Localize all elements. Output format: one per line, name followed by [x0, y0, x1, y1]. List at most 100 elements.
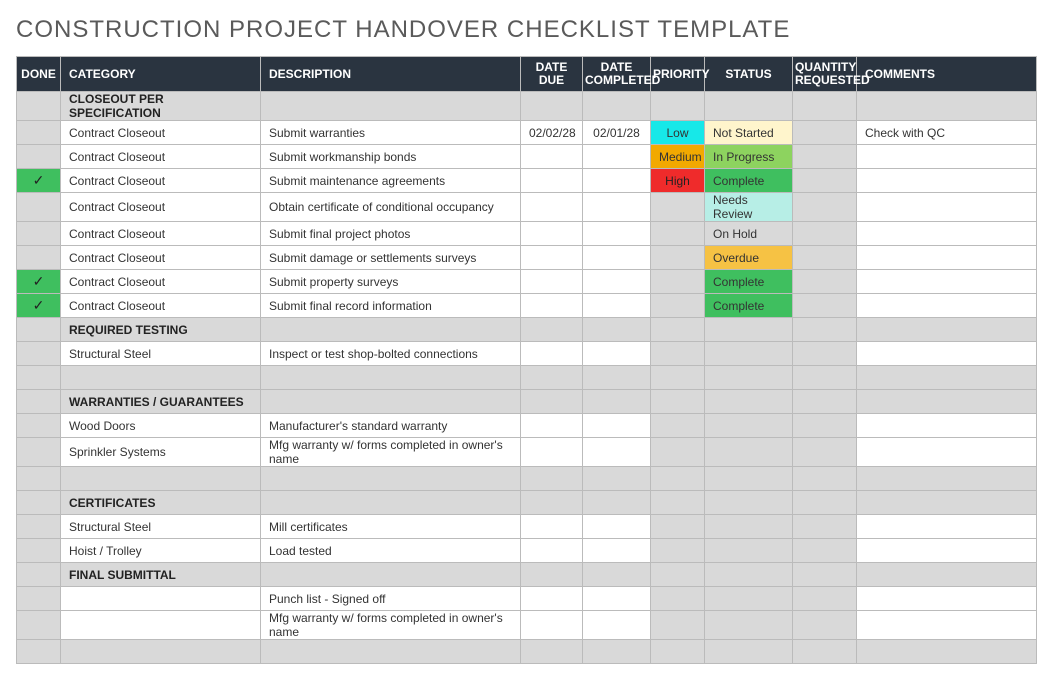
- priority-cell[interactable]: [651, 414, 705, 438]
- priority-cell[interactable]: High: [651, 169, 705, 193]
- done-cell[interactable]: [17, 193, 61, 222]
- priority-cell[interactable]: [651, 193, 705, 222]
- priority-cell[interactable]: [651, 611, 705, 640]
- comments-cell[interactable]: [857, 169, 1037, 193]
- comments-cell[interactable]: [857, 414, 1037, 438]
- category-cell[interactable]: Contract Closeout: [61, 222, 261, 246]
- priority-cell[interactable]: [651, 587, 705, 611]
- description-cell[interactable]: Submit warranties: [261, 121, 521, 145]
- category-cell[interactable]: Wood Doors: [61, 414, 261, 438]
- date-completed-cell[interactable]: [583, 145, 651, 169]
- priority-cell[interactable]: [651, 222, 705, 246]
- done-cell[interactable]: [17, 491, 61, 515]
- date-due-cell[interactable]: [521, 169, 583, 193]
- category-cell[interactable]: Contract Closeout: [61, 270, 261, 294]
- date-due-cell[interactable]: [521, 193, 583, 222]
- done-cell[interactable]: [17, 640, 61, 664]
- description-cell[interactable]: Mfg warranty w/ forms completed in owner…: [261, 438, 521, 467]
- description-cell[interactable]: Submit property surveys: [261, 270, 521, 294]
- priority-cell[interactable]: [651, 294, 705, 318]
- date-completed-cell[interactable]: [583, 587, 651, 611]
- done-cell[interactable]: [17, 539, 61, 563]
- done-cell[interactable]: [17, 222, 61, 246]
- date-due-cell[interactable]: [521, 587, 583, 611]
- category-cell[interactable]: [61, 611, 261, 640]
- done-cell[interactable]: [17, 318, 61, 342]
- description-cell[interactable]: Load tested: [261, 539, 521, 563]
- comments-cell[interactable]: [857, 294, 1037, 318]
- category-cell[interactable]: Contract Closeout: [61, 246, 261, 270]
- done-cell[interactable]: [17, 467, 61, 491]
- status-cell[interactable]: [705, 611, 793, 640]
- priority-cell[interactable]: Low: [651, 121, 705, 145]
- date-due-cell[interactable]: [521, 294, 583, 318]
- description-cell[interactable]: Submit final project photos: [261, 222, 521, 246]
- comments-cell[interactable]: [857, 342, 1037, 366]
- description-cell[interactable]: Submit final record information: [261, 294, 521, 318]
- priority-cell[interactable]: [651, 539, 705, 563]
- date-completed-cell[interactable]: [583, 342, 651, 366]
- priority-cell[interactable]: Medium: [651, 145, 705, 169]
- status-cell[interactable]: Complete: [705, 270, 793, 294]
- date-completed-cell[interactable]: [583, 246, 651, 270]
- done-cell[interactable]: [17, 121, 61, 145]
- priority-cell[interactable]: [651, 342, 705, 366]
- description-cell[interactable]: Punch list - Signed off: [261, 587, 521, 611]
- done-cell[interactable]: [17, 414, 61, 438]
- date-due-cell[interactable]: [521, 342, 583, 366]
- qty-cell[interactable]: [793, 611, 857, 640]
- category-cell[interactable]: Contract Closeout: [61, 121, 261, 145]
- done-cell[interactable]: [17, 366, 61, 390]
- description-cell[interactable]: Inspect or test shop-bolted connections: [261, 342, 521, 366]
- comments-cell[interactable]: [857, 246, 1037, 270]
- done-cell[interactable]: [17, 246, 61, 270]
- date-completed-cell[interactable]: 02/01/28: [583, 121, 651, 145]
- status-cell[interactable]: Not Started: [705, 121, 793, 145]
- qty-cell[interactable]: [793, 270, 857, 294]
- priority-cell[interactable]: [651, 438, 705, 467]
- done-cell[interactable]: ✓: [17, 294, 61, 318]
- category-cell[interactable]: Structural Steel: [61, 515, 261, 539]
- qty-cell[interactable]: [793, 515, 857, 539]
- status-cell[interactable]: In Progress: [705, 145, 793, 169]
- comments-cell[interactable]: [857, 539, 1037, 563]
- qty-cell[interactable]: [793, 169, 857, 193]
- done-cell[interactable]: [17, 390, 61, 414]
- date-due-cell[interactable]: [521, 515, 583, 539]
- description-cell[interactable]: Submit workmanship bonds: [261, 145, 521, 169]
- category-cell[interactable]: Contract Closeout: [61, 169, 261, 193]
- qty-cell[interactable]: [793, 222, 857, 246]
- qty-cell[interactable]: [793, 145, 857, 169]
- date-due-cell[interactable]: [521, 438, 583, 467]
- status-cell[interactable]: [705, 539, 793, 563]
- category-cell[interactable]: Contract Closeout: [61, 193, 261, 222]
- qty-cell[interactable]: [793, 438, 857, 467]
- status-cell[interactable]: [705, 438, 793, 467]
- done-cell[interactable]: ✓: [17, 270, 61, 294]
- date-completed-cell[interactable]: [583, 294, 651, 318]
- done-cell[interactable]: [17, 92, 61, 121]
- description-cell[interactable]: Mill certificates: [261, 515, 521, 539]
- qty-cell[interactable]: [793, 539, 857, 563]
- comments-cell[interactable]: [857, 145, 1037, 169]
- status-cell[interactable]: Complete: [705, 294, 793, 318]
- description-cell[interactable]: Submit damage or settlements surveys: [261, 246, 521, 270]
- date-due-cell[interactable]: [521, 246, 583, 270]
- qty-cell[interactable]: [793, 414, 857, 438]
- date-due-cell[interactable]: [521, 414, 583, 438]
- date-completed-cell[interactable]: [583, 515, 651, 539]
- status-cell[interactable]: Needs Review: [705, 193, 793, 222]
- category-cell[interactable]: Structural Steel: [61, 342, 261, 366]
- comments-cell[interactable]: [857, 611, 1037, 640]
- done-cell[interactable]: [17, 342, 61, 366]
- date-due-cell[interactable]: [521, 539, 583, 563]
- done-cell[interactable]: [17, 563, 61, 587]
- status-cell[interactable]: Overdue: [705, 246, 793, 270]
- done-cell[interactable]: [17, 515, 61, 539]
- status-cell[interactable]: [705, 515, 793, 539]
- status-cell[interactable]: On Hold: [705, 222, 793, 246]
- comments-cell[interactable]: [857, 438, 1037, 467]
- date-completed-cell[interactable]: [583, 414, 651, 438]
- done-cell[interactable]: [17, 145, 61, 169]
- status-cell[interactable]: Complete: [705, 169, 793, 193]
